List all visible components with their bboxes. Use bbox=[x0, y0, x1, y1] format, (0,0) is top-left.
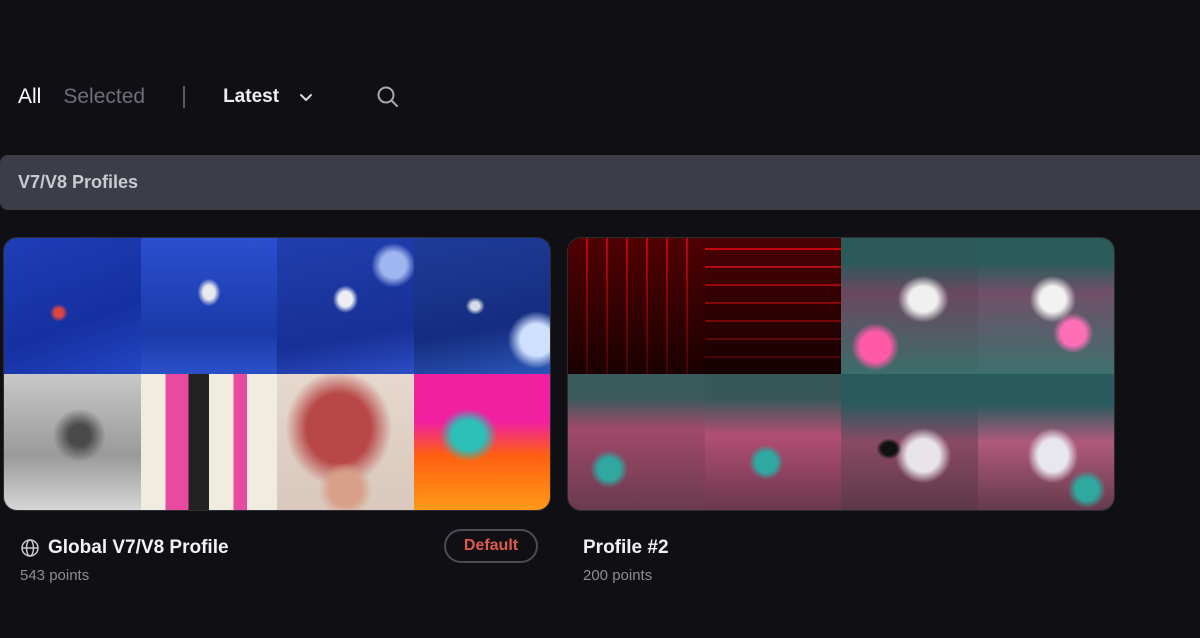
thumbnail-image bbox=[704, 374, 841, 510]
profile-card-2[interactable]: Profile #2 200 points bbox=[567, 237, 1115, 599]
filter-tab-selected[interactable]: Selected bbox=[63, 85, 145, 109]
search-icon[interactable] bbox=[375, 84, 401, 110]
profile-points: 200 points bbox=[583, 567, 653, 584]
thumbnail-image bbox=[413, 374, 550, 510]
thumbnail-image bbox=[841, 238, 978, 374]
thumbnail-image bbox=[277, 374, 414, 510]
sort-label: Latest bbox=[223, 86, 280, 107]
thumbnail-image bbox=[4, 374, 141, 510]
profile-title: Profile #2 bbox=[583, 537, 669, 558]
thumbnail-image bbox=[977, 238, 1114, 374]
globe-icon bbox=[21, 539, 39, 557]
filter-divider bbox=[183, 86, 186, 108]
sort-dropdown[interactable]: Latest bbox=[223, 86, 315, 108]
profile-points: 543 points bbox=[20, 567, 90, 584]
thumbnail-image bbox=[140, 374, 277, 510]
profile-thumbnail-grid[interactable] bbox=[3, 237, 551, 511]
profile-title-row: Profile #2 bbox=[583, 537, 669, 559]
thumbnail-image bbox=[977, 374, 1114, 510]
chevron-down-icon bbox=[300, 94, 313, 101]
thumbnail-image bbox=[841, 374, 978, 510]
profile-thumbnail-grid[interactable] bbox=[567, 237, 1115, 511]
thumbnail-image bbox=[140, 238, 277, 374]
profile-card-global[interactable]: Global V7/V8 Profile 543 points Default bbox=[3, 237, 551, 599]
profile-info: Global V7/V8 Profile 543 points Default bbox=[3, 529, 549, 599]
thumbnail-image bbox=[4, 238, 141, 374]
section-title: V7/V8 Profiles bbox=[18, 172, 139, 192]
filter-bar: All Selected Latest bbox=[18, 80, 401, 114]
thumbnail-image bbox=[277, 238, 414, 374]
thumbnail-image bbox=[568, 374, 705, 510]
default-badge[interactable]: Default bbox=[444, 529, 538, 563]
thumbnail-image bbox=[413, 238, 550, 374]
profile-title: Global V7/V8 Profile bbox=[48, 537, 229, 558]
profile-info: Profile #2 200 points bbox=[567, 529, 1113, 599]
thumbnail-image bbox=[568, 238, 705, 374]
profile-title-row: Global V7/V8 Profile bbox=[20, 537, 229, 559]
profiles-page: All Selected Latest V7/V8 Profiles Globa… bbox=[0, 0, 1200, 638]
section-header: V7/V8 Profiles bbox=[0, 155, 1200, 210]
filter-tab-all[interactable]: All bbox=[18, 85, 41, 109]
thumbnail-image bbox=[704, 238, 841, 374]
